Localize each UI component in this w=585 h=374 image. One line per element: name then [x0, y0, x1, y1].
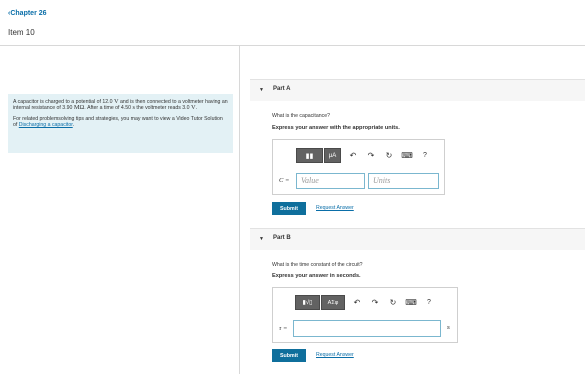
back-to-chapter-link[interactable]: ‹Chapter 26 [8, 10, 47, 17]
problem-panel: A capacitor is charged to a potential of… [0, 46, 240, 374]
part-a-submit-button[interactable]: Submit [272, 202, 306, 215]
templates-button[interactable]: ▮▮ [296, 148, 323, 163]
seconds-unit-label: s [447, 325, 450, 331]
part-b-answer-box: ▮√▯ ΑΣφ ↶ ↷ ↻ ⌨ ? τ = s [272, 287, 458, 343]
part-a-question: What is the capacitance? [272, 113, 330, 119]
symbols-button[interactable]: ΑΣφ [321, 295, 345, 310]
undo-icon[interactable]: ↶ [350, 296, 364, 310]
caret-down-icon: ▼ [259, 87, 264, 93]
tips-text: For related problemsolving tips and stra… [13, 115, 223, 129]
help-icon[interactable]: ? [422, 296, 436, 310]
part-a-answer-box: ▮▮ μA ↶ ↷ ↻ ⌨ ? C = Value Units [272, 139, 445, 195]
templates-button[interactable]: ▮√▯ [295, 295, 320, 310]
part-a-request-answer-link[interactable]: Request Answer [316, 205, 354, 211]
redo-icon[interactable]: ↷ [364, 149, 378, 163]
part-a-instruction: Express your answer with the appropriate… [272, 125, 400, 131]
part-b-instruction: Express your answer in seconds. [272, 273, 361, 279]
redo-icon[interactable]: ↷ [368, 296, 382, 310]
top-bar: ‹Chapter 26 Item 10 [0, 0, 585, 46]
part-b-request-answer-link[interactable]: Request Answer [316, 352, 354, 358]
help-icon[interactable]: ? [418, 149, 432, 163]
units-button[interactable]: μA [324, 148, 341, 163]
part-b-title: Part B [273, 235, 291, 241]
mastering-item-page: ‹Chapter 26 Item 10 A capacitor is charg… [0, 0, 585, 374]
video-tutor-link[interactable]: Discharging a capacitor [19, 122, 73, 128]
part-b-header[interactable]: ▼ Part B [250, 228, 585, 250]
reset-icon[interactable]: ↻ [386, 296, 400, 310]
panel-divider [239, 46, 240, 374]
units-input[interactable]: Units [368, 173, 439, 189]
time-constant-input[interactable] [293, 320, 441, 337]
reset-icon[interactable]: ↻ [382, 149, 396, 163]
time-constant-variable-label: τ = [279, 325, 288, 332]
item-title: Item 10 [8, 28, 35, 37]
caret-down-icon: ▼ [259, 236, 264, 242]
part-b-question: What is the time constant of the circuit… [272, 262, 363, 268]
part-a-header[interactable]: ▼ Part A [250, 79, 585, 101]
part-b-submit-button[interactable]: Submit [272, 349, 306, 362]
keyboard-icon[interactable]: ⌨ [400, 149, 414, 163]
part-a-toolbar: ▮▮ μA ↶ ↷ ↻ ⌨ ? [296, 148, 432, 163]
keyboard-icon[interactable]: ⌨ [404, 296, 418, 310]
part-a-title: Part A [273, 86, 291, 92]
problem-statement: A capacitor is charged to a potential of… [8, 94, 233, 153]
back-link-label: Chapter 26 [10, 10, 47, 17]
part-b-toolbar: ▮√▯ ΑΣφ ↶ ↷ ↻ ⌨ ? [295, 295, 436, 310]
problem-text: A capacitor is charged to a potential of… [13, 98, 228, 112]
capacitance-variable-label: C = [279, 177, 290, 184]
undo-icon[interactable]: ↶ [346, 149, 360, 163]
value-input[interactable]: Value [296, 173, 365, 189]
